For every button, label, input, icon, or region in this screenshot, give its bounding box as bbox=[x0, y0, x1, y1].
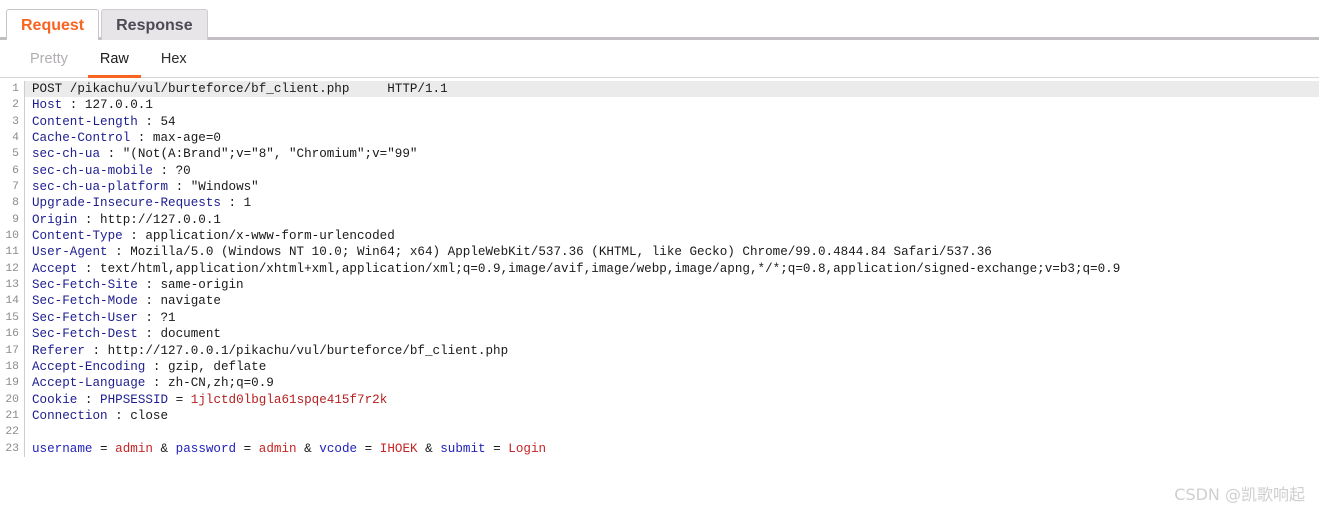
http-header-sec-fetch-mode: Sec-Fetch-Mode : navigate bbox=[32, 294, 221, 309]
line-number: 16 bbox=[5, 328, 19, 341]
request-line-row: 1 POST /pikachu/vul/burteforce/bf_client.… bbox=[0, 81, 1319, 98]
message-tab-bar: Request Response bbox=[0, 0, 1319, 40]
request-line-row: 6 sec-ch-ua-mobile : ?0 bbox=[0, 162, 1319, 180]
line-number: 3 bbox=[12, 115, 19, 128]
http-header-accept: Accept : text/html,application/xhtml+xml… bbox=[32, 261, 1121, 276]
http-header-accept-encoding: Accept-Encoding : gzip, deflate bbox=[32, 359, 267, 374]
line-number: 22 bbox=[5, 426, 19, 439]
tab-request[interactable]: Request bbox=[6, 9, 100, 40]
http-header-host: Host : 127.0.0.1 bbox=[32, 98, 153, 113]
line-number: 8 bbox=[12, 197, 19, 210]
line-number: 5 bbox=[12, 148, 19, 161]
http-header-connection: Connection : close bbox=[32, 408, 169, 423]
line-number: 4 bbox=[12, 132, 19, 145]
request-line-row: 22 bbox=[0, 424, 1319, 441]
request-line-row: 14 Sec-Fetch-Mode : navigate bbox=[0, 293, 1319, 310]
http-header-origin: Origin : http://127.0.0.1 bbox=[32, 212, 221, 227]
line-number: 19 bbox=[5, 377, 19, 390]
tab-raw[interactable]: Raw bbox=[84, 41, 145, 78]
request-line-row: 4 Cache-Control : max-age=0 bbox=[0, 130, 1319, 147]
request-line-row: 17 Referer : http://127.0.0.1/pikachu/vul… bbox=[0, 342, 1319, 359]
tab-hex[interactable]: Hex bbox=[145, 41, 203, 78]
tab-pretty-label: Pretty bbox=[30, 50, 68, 67]
http-header-content-type: Content-Type : application/x-www-form-ur… bbox=[32, 229, 395, 244]
watermark: CSDN @凯歌响起 bbox=[1174, 485, 1305, 504]
line-number: 6 bbox=[12, 164, 19, 177]
http-header-sec-fetch-dest: Sec-Fetch-Dest : document bbox=[32, 327, 221, 342]
request-line-row: 23 username = admin & password = admin & … bbox=[0, 440, 1319, 457]
request-line-row: 10 Content-Type : application/x-www-form-… bbox=[0, 228, 1319, 245]
request-line-row: 19 Accept-Language : zh-CN,zh;q=0.9 bbox=[0, 375, 1319, 392]
http-header-sec-ch-ua-platform: sec-ch-ua-platform : "Windows" bbox=[32, 180, 259, 195]
line-number: 21 bbox=[5, 409, 19, 422]
tab-response[interactable]: Response bbox=[101, 9, 208, 40]
request-line-row: 16 Sec-Fetch-Dest : document bbox=[0, 326, 1319, 343]
http-header-sec-fetch-user: Sec-Fetch-User : ?1 bbox=[32, 310, 176, 325]
view-mode-tab-bar: Pretty Raw Hex bbox=[0, 40, 1319, 78]
line-number: 12 bbox=[5, 262, 19, 275]
http-header-sec-ch-ua: sec-ch-ua : "(Not(A:Brand";v="8", "Chrom… bbox=[32, 147, 418, 162]
request-line-row: 5 sec-ch-ua : "(Not(A:Brand";v="8", "Chro… bbox=[0, 146, 1319, 163]
http-header-referer: Referer : http://127.0.0.1/pikachu/vul/b… bbox=[32, 343, 509, 358]
http-header-cache-control: Cache-Control : max-age=0 bbox=[32, 131, 221, 146]
line-number: 18 bbox=[5, 360, 19, 373]
line-number: 11 bbox=[5, 246, 19, 259]
request-line-row: 8 Upgrade-Insecure-Requests : 1 bbox=[0, 195, 1319, 212]
line-number: 20 bbox=[5, 393, 19, 406]
post-body-line: username = admin & password = admin & vc… bbox=[32, 441, 547, 456]
request-viewer[interactable]: 1 POST /pikachu/vul/burteforce/bf_client.… bbox=[0, 78, 1319, 511]
http-header-sec-ch-ua-mobile: sec-ch-ua-mobile : ?0 bbox=[32, 163, 191, 178]
request-line-row: 7 sec-ch-ua-platform : "Windows" bbox=[0, 179, 1319, 196]
request-line-row: 9 Origin : http://127.0.0.1 bbox=[0, 211, 1319, 229]
request-line-row: 20 Cookie : PHPSESSID = 1jlctd0lbgla61spq… bbox=[0, 391, 1319, 408]
line-number: 2 bbox=[12, 99, 19, 112]
http-header-accept-language: Accept-Language : zh-CN,zh;q=0.9 bbox=[32, 376, 274, 391]
request-line-row: 18 Accept-Encoding : gzip, deflate bbox=[0, 358, 1319, 376]
http-header-content-length: Content-Length : 54 bbox=[32, 114, 176, 129]
request-line-row: 2 Host : 127.0.0.1 bbox=[0, 97, 1319, 114]
http-header-sec-fetch-site: Sec-Fetch-Site : same-origin bbox=[32, 278, 244, 293]
line-number: 17 bbox=[5, 344, 19, 357]
http-request-line: POST /pikachu/vul/burteforce/bf_client.p… bbox=[25, 81, 1319, 98]
line-number: 9 bbox=[12, 213, 19, 226]
tab-pretty[interactable]: Pretty bbox=[14, 41, 84, 78]
line-number: 23 bbox=[5, 442, 19, 455]
line-number: 1 bbox=[0, 81, 24, 98]
raw-request-text[interactable]: 1 POST /pikachu/vul/burteforce/bf_client.… bbox=[0, 78, 1319, 457]
line-number: 14 bbox=[5, 295, 19, 308]
tab-hex-label: Hex bbox=[160, 50, 187, 67]
tab-raw-label: Raw bbox=[99, 50, 129, 67]
line-number: 13 bbox=[5, 279, 19, 292]
request-line-row: 11 User-Agent : Mozilla/5.0 (Windows NT 1… bbox=[0, 244, 1319, 261]
request-line-row: 13 Sec-Fetch-Site : same-origin bbox=[0, 277, 1319, 294]
request-line-row: 3 Content-Length : 54 bbox=[0, 113, 1319, 131]
http-header-upgrade-insecure-requests: Upgrade-Insecure-Requests : 1 bbox=[32, 196, 252, 211]
request-line-row: 21 Connection : close bbox=[0, 407, 1319, 425]
tab-request-label: Request bbox=[21, 17, 85, 34]
http-header-user-agent: User-Agent : Mozilla/5.0 (Windows NT 10.… bbox=[32, 245, 992, 260]
request-line-row: 12 Accept : text/html,application/xhtml+x… bbox=[0, 260, 1319, 278]
request-line-row: 15 Sec-Fetch-User : ?1 bbox=[0, 309, 1319, 327]
line-number: 10 bbox=[5, 230, 19, 243]
line-number: 15 bbox=[5, 311, 19, 324]
http-header-cookie: Cookie : PHPSESSID = 1jlctd0lbgla61spqe4… bbox=[32, 392, 388, 407]
line-number: 7 bbox=[12, 181, 19, 194]
tab-response-label: Response bbox=[116, 17, 193, 34]
